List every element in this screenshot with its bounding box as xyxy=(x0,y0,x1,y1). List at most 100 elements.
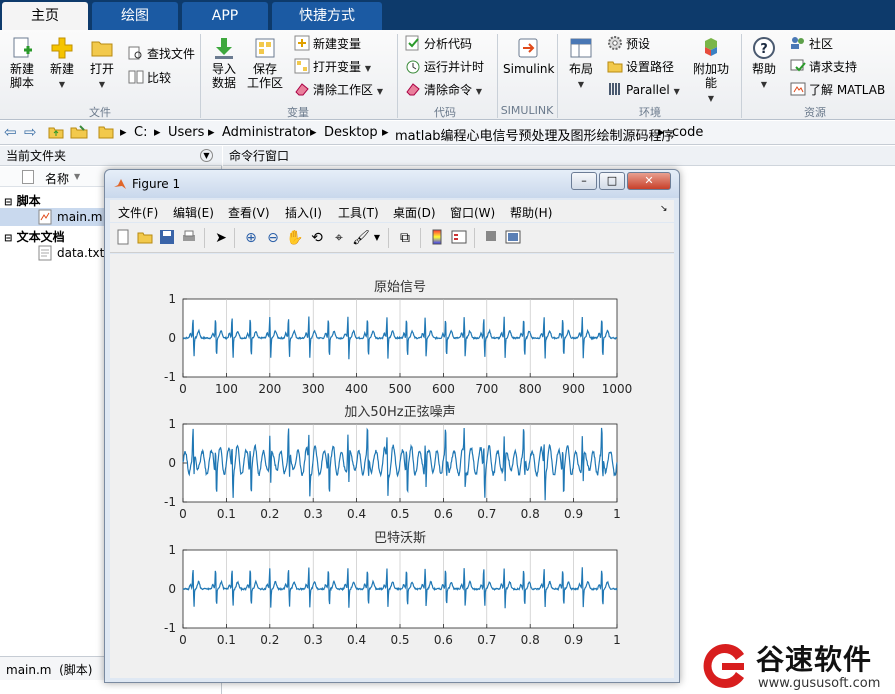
x-tick-label: 0.2 xyxy=(260,633,279,647)
link-plot-icon[interactable]: ⧉ xyxy=(396,229,414,247)
menu-file[interactable]: 文件(F) xyxy=(118,204,158,221)
x-tick-label: 0.4 xyxy=(347,633,366,647)
run-and-time-button[interactable]: 运行并计时 xyxy=(405,57,484,77)
clear-workspace-button[interactable]: 清除工作区 ▼ xyxy=(294,80,383,100)
parallel-label: Parallel xyxy=(626,83,670,97)
new-variable-button[interactable]: 新建变量 xyxy=(294,34,361,54)
x-tick-label: 0 xyxy=(179,507,187,521)
tab-shortcuts[interactable]: 快捷方式 xyxy=(272,2,382,30)
hide-plot-tools-icon[interactable] xyxy=(482,229,500,247)
add-ons-button[interactable]: 附加功能 ▼ xyxy=(688,36,734,106)
panel-menu-icon[interactable]: ▼ xyxy=(200,149,213,162)
menu-desktop[interactable]: 桌面(D) xyxy=(393,204,436,221)
show-plot-tools-icon[interactable] xyxy=(504,229,522,247)
menu-edit[interactable]: 编辑(E) xyxy=(173,204,214,221)
new-script-button[interactable]: 新建 脚本 xyxy=(6,36,38,90)
colorbar-icon[interactable] xyxy=(428,229,446,247)
eraser-icon xyxy=(295,83,309,96)
x-tick-label: 0.5 xyxy=(390,507,409,521)
x-tick-label: 0.2 xyxy=(260,507,279,521)
community-button[interactable]: 社区 xyxy=(790,34,833,54)
x-tick-label: 0.1 xyxy=(217,633,236,647)
x-tick-label: 1000 xyxy=(602,382,633,396)
preferences-button[interactable]: 预设 xyxy=(607,34,650,54)
figure-window[interactable]: Figure 1 – □ ✕ 文件(F) 编辑(E) 查看(V) 插入(I) 工… xyxy=(104,169,680,683)
dropdown-arrow-icon: ▼ xyxy=(98,80,106,89)
group-text-label: 文本文档 xyxy=(16,230,65,244)
dropdown-arrow-icon: ▼ xyxy=(760,80,768,89)
browse-folder-icon[interactable] xyxy=(70,124,88,144)
close-button[interactable]: ✕ xyxy=(627,172,671,190)
breadcrumb-separator: ▸ xyxy=(208,125,215,140)
breadcrumb-item[interactable]: Desktop xyxy=(324,125,378,140)
pan-hand-icon[interactable]: ✋ xyxy=(286,229,304,247)
breadcrumb-item[interactable]: code xyxy=(672,125,703,140)
figure-canvas[interactable]: 0 100 200 300 400 500 600 700 800 900 1000 -1 0 1 原始信号… xyxy=(110,254,674,678)
new-label: 新建 xyxy=(49,62,74,76)
menu-dock-arrow-icon[interactable]: ↘ xyxy=(660,204,668,214)
matlab-logo-icon xyxy=(113,177,127,194)
breadcrumb-item[interactable]: Users xyxy=(168,125,204,140)
open-file-icon[interactable] xyxy=(136,229,154,247)
maximize-button[interactable]: □ xyxy=(599,172,625,190)
breadcrumb-item[interactable]: Administrator xyxy=(222,125,311,140)
forward-arrow-icon[interactable]: ⇨ xyxy=(24,123,37,141)
pointer-icon[interactable]: ➤ xyxy=(212,229,230,247)
back-arrow-icon[interactable]: ⇦ xyxy=(4,123,17,141)
import-data-button[interactable]: 导入 数据 xyxy=(208,36,240,90)
collapse-icon[interactable]: ⊟ xyxy=(4,197,12,208)
set-path-button[interactable]: 设置路径 xyxy=(607,57,674,77)
dropdown-arrow-icon[interactable]: ▼ xyxy=(368,229,386,247)
breadcrumb-item[interactable]: matlab编程心电信号预处理及图形绘制源码程序 xyxy=(395,125,675,144)
x-tick-label: 0.9 xyxy=(564,507,583,521)
breadcrumb-item[interactable]: C: xyxy=(134,125,147,140)
new-figure-icon[interactable] xyxy=(114,229,132,247)
zoom-out-icon[interactable]: ⊖ xyxy=(264,229,282,247)
save-figure-icon[interactable] xyxy=(158,229,176,247)
x-tick-label: 0.1 xyxy=(217,507,236,521)
tree-group-text[interactable]: ⊟ 文本文档 xyxy=(4,228,65,245)
add-ons-icon xyxy=(705,38,717,56)
minimize-button[interactable]: – xyxy=(571,172,597,190)
menu-tools[interactable]: 工具(T) xyxy=(338,204,379,221)
simulink-button[interactable]: Simulink xyxy=(503,36,554,76)
root-folder-icon xyxy=(98,124,114,144)
open-variable-button[interactable]: 打开变量 ▼ xyxy=(294,57,371,77)
x-tick-label: 0.8 xyxy=(521,507,540,521)
compare-button[interactable]: 比较 xyxy=(128,68,171,88)
layout-button[interactable]: 布局 ▼ xyxy=(564,36,598,92)
breadcrumb-separator: ▸ xyxy=(154,125,161,140)
help-button[interactable]: ? 帮助 ▼ xyxy=(748,36,780,92)
save-workspace-button[interactable]: 保存 工作区 xyxy=(246,36,284,90)
clear-commands-button[interactable]: 清除命令 ▼ xyxy=(405,80,482,100)
tab-home[interactable]: 主页 xyxy=(2,2,88,30)
print-icon[interactable] xyxy=(180,229,198,247)
save-workspace-label: 保存 工作区 xyxy=(246,62,283,90)
name-column-header[interactable]: 名称 xyxy=(45,170,69,187)
zoom-in-icon[interactable]: ⊕ xyxy=(242,229,260,247)
tab-plots[interactable]: 绘图 xyxy=(92,2,178,30)
menu-window[interactable]: 窗口(W) xyxy=(450,204,495,221)
new-button[interactable]: 新建 ▼ xyxy=(46,36,78,92)
tree-group-scripts[interactable]: ⊟ 脚本 xyxy=(4,192,41,209)
open-button[interactable]: 打开 ▼ xyxy=(86,36,118,92)
data-cursor-icon[interactable]: ⌖ xyxy=(330,229,348,247)
legend-icon[interactable] xyxy=(450,229,468,247)
menu-help[interactable]: 帮助(H) xyxy=(510,204,552,221)
breadcrumb-separator: ▸ xyxy=(310,125,317,140)
collapse-icon[interactable]: ⊟ xyxy=(4,233,12,244)
parallel-button[interactable]: Parallel ▼ xyxy=(607,80,680,100)
new-script-icon xyxy=(13,37,32,58)
figure-title-bar[interactable]: Figure 1 – □ ✕ xyxy=(105,170,679,198)
up-folder-icon[interactable] xyxy=(48,124,64,144)
menu-view[interactable]: 查看(V) xyxy=(228,204,270,221)
menu-insert[interactable]: 插入(I) xyxy=(285,204,322,221)
analyze-code-button[interactable]: 分析代码 xyxy=(405,34,472,54)
tab-apps[interactable]: APP xyxy=(182,2,268,30)
rotate-3d-icon[interactable]: ⟲ xyxy=(308,229,326,247)
group-label-simulink: SIMULINK xyxy=(500,104,554,117)
request-support-button[interactable]: 请求支持 xyxy=(790,57,857,77)
preferences-label: 预设 xyxy=(626,37,651,51)
find-files-button[interactable]: 查找文件 xyxy=(128,44,195,64)
learn-matlab-button[interactable]: 了解 MATLAB xyxy=(790,80,885,100)
